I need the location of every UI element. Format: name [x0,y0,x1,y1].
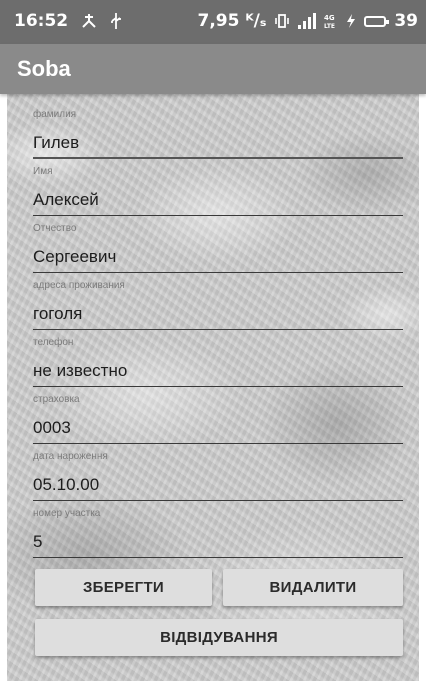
phone-field: телефон [27,337,403,394]
patronymic-underline [33,272,403,273]
lte-icon: 4G LTE [324,13,338,29]
svg-text:LTE: LTE [324,23,335,29]
usb-icon [110,12,122,30]
patronymic-input[interactable] [33,244,395,270]
birth-date-underline [33,500,403,501]
network-speed: 7,95 ᴷ/ₛ [197,11,267,31]
insurance-label: страховка [33,394,80,405]
visits-button[interactable]: ВІДВІДУВАННЯ [35,619,403,656]
save-button[interactable]: ЗБЕРЕГТИ [35,569,212,606]
app-title: Soba [17,56,71,81]
insurance-input[interactable] [33,415,395,441]
status-left: 16:52 [14,11,122,31]
first-name-input[interactable] [33,187,395,213]
usb-debug-icon [80,12,98,30]
district-number-underline [33,557,403,558]
vibrate-icon [274,13,290,29]
birth-date-label: дата нароження [33,451,108,462]
patronymic-label: Отчество [33,223,77,234]
signal-icon [298,13,317,29]
surname-underline [33,157,403,159]
address-field: адреса проживания [27,280,403,337]
address-input[interactable] [33,301,395,327]
birth-date-field: дата нароження [27,451,403,508]
district-number-label: номер участка [33,508,101,519]
status-bar: 16:52 7,95 ᴷ/ₛ 4G LTE 39 [0,0,426,44]
app-bar: Soba [0,44,426,94]
phone-underline [33,386,403,387]
district-number-input[interactable] [33,529,395,555]
first-name-underline [33,215,403,216]
patronymic-field: Отчество [27,223,403,280]
delete-button[interactable]: ВИДАЛИТИ [223,569,403,606]
insurance-underline [33,443,403,444]
insurance-field: страховка [27,394,403,451]
address-underline [33,329,403,330]
status-time: 16:52 [14,11,69,31]
battery-level: 39 [394,11,418,31]
address-label: адреса проживания [33,280,125,291]
status-right: 7,95 ᴷ/ₛ 4G LTE 39 [197,11,418,31]
form-container: фамилия Имя Отчество адреса проживания т… [7,94,419,681]
phone-input[interactable] [33,358,395,384]
svg-text:4G: 4G [324,14,335,22]
battery-icon [364,15,390,27]
phone-screen: 16:52 7,95 ᴷ/ₛ 4G LTE 39 Soba фамилия Ги… [0,0,426,681]
first-name-field: Имя [27,166,403,223]
surname-input[interactable] [33,130,395,156]
first-name-label: Имя [33,166,53,177]
phone-label: телефон [33,337,74,348]
surname-label: фамилия [33,109,77,120]
birth-date-input[interactable] [33,472,395,498]
district-number-field: номер участка [27,508,403,565]
charging-icon [346,13,356,29]
surname-field: фамилия [27,109,403,166]
